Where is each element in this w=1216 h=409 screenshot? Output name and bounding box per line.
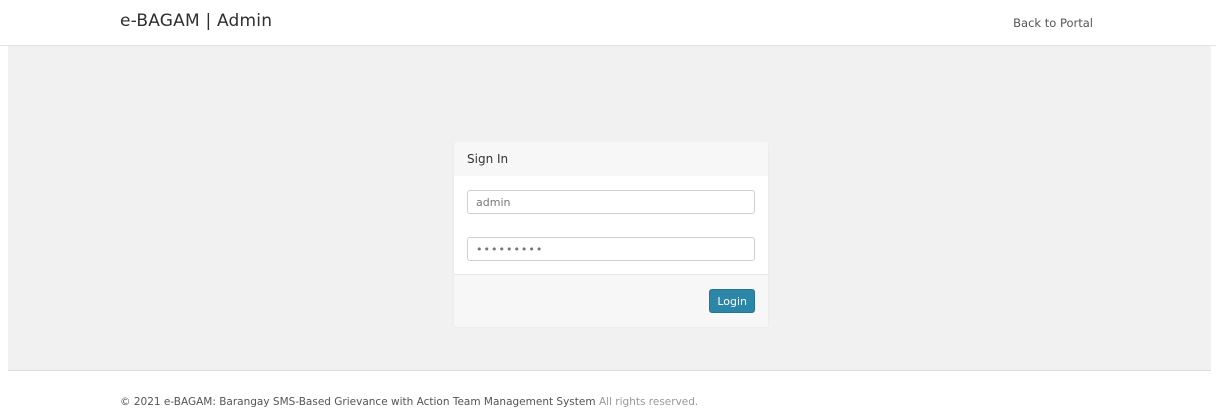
panel-heading: Sign In — [454, 142, 768, 176]
page-footer: © 2021 e-BAGAM: Barangay SMS-Based Griev… — [120, 396, 698, 408]
login-button[interactable]: Login — [709, 289, 755, 313]
panel-title: Sign In — [467, 152, 509, 166]
app-brand: e-BAGAM | Admin — [120, 11, 273, 31]
main-content: Sign In Login — [8, 46, 1211, 371]
rights-text: All rights reserved. — [598, 396, 699, 408]
copyright-text: © 2021 e-BAGAM: Barangay SMS-Based Griev… — [120, 396, 596, 408]
panel-footer: Login — [454, 274, 768, 327]
sign-in-panel: Sign In Login — [454, 142, 768, 327]
username-input[interactable] — [467, 190, 755, 214]
back-to-portal-link[interactable]: Back to Portal — [1013, 16, 1093, 30]
top-navbar: e-BAGAM | Admin Back to Portal — [0, 0, 1216, 46]
password-input[interactable] — [467, 237, 755, 261]
